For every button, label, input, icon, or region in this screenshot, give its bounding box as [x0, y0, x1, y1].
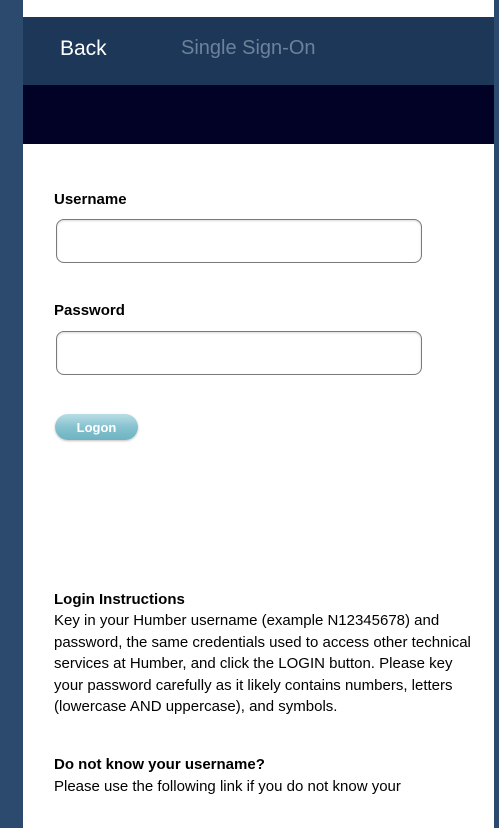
page-title: Single Sign-On	[181, 37, 316, 59]
logon-button[interactable]: Logon	[55, 414, 138, 440]
username-input[interactable]	[56, 219, 422, 263]
login-instructions-heading: Login Instructions	[54, 591, 185, 608]
app-frame: Back Single Sign-On Username Password Lo…	[0, 0, 499, 828]
left-border	[0, 0, 23, 828]
username-label: Username	[54, 191, 127, 208]
password-input[interactable]	[56, 331, 422, 375]
right-border	[494, 0, 499, 828]
unknown-username-text: Please use the following link if you do …	[54, 778, 401, 795]
back-button[interactable]: Back	[60, 37, 107, 61]
login-content: Username Password Logon Login Instructio…	[23, 144, 494, 828]
navigation-bar: Back Single Sign-On	[23, 17, 494, 85]
top-strip	[0, 0, 499, 17]
login-instructions-text: Key in your Humber username (example N12…	[54, 612, 471, 715]
password-label: Password	[54, 302, 125, 319]
header-band	[23, 85, 494, 144]
unknown-username-heading: Do not know your username?	[54, 756, 265, 773]
